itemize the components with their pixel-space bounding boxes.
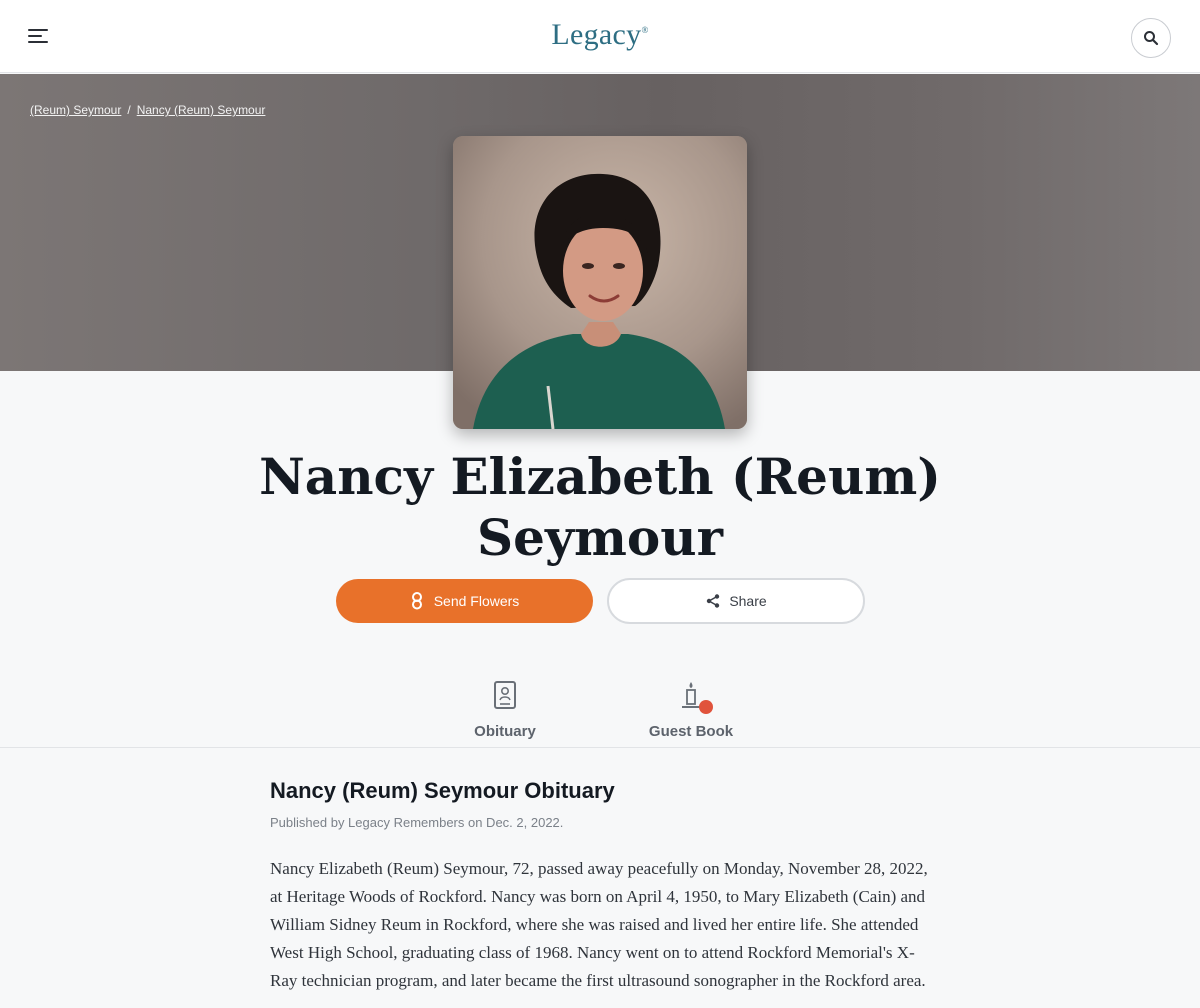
obituary-icon — [494, 681, 516, 709]
share-button[interactable]: Share — [607, 578, 865, 624]
obituary-body: Nancy Elizabeth (Reum) Seymour, 72, pass… — [270, 859, 928, 990]
site-header: Legacy® — [0, 0, 1200, 73]
search-button[interactable] — [1131, 18, 1171, 58]
flower-icon — [411, 592, 422, 610]
logo-registered-mark: ® — [641, 25, 649, 35]
legacy-logo[interactable]: Legacy® — [0, 18, 1200, 52]
deceased-name: Nancy Elizabeth (Reum) Seymour — [259, 447, 941, 567]
guest-book-badge — [699, 700, 713, 714]
tab-obituary-label: Obituary — [474, 723, 536, 740]
portrait-photo — [453, 136, 747, 429]
tab-guest-book[interactable]: Guest Book — [631, 680, 751, 740]
tab-guest-book-label: Guest Book — [648, 723, 734, 740]
breadcrumb-item-person[interactable]: Nancy (Reum) Seymour — [137, 103, 266, 117]
logo-text: Legacy — [551, 18, 642, 51]
send-flowers-button[interactable]: Send Flowers — [336, 579, 593, 623]
share-label: Share — [729, 593, 767, 609]
search-icon — [1144, 31, 1159, 46]
breadcrumb: (Reum) Seymour / Nancy (Reum) Seymour — [30, 103, 265, 117]
send-flowers-label: Send Flowers — [433, 593, 520, 609]
breadcrumb-item-family[interactable]: (Reum) Seymour — [30, 103, 121, 117]
obituary-title: Nancy (Reum) Seymour Obituary — [270, 778, 615, 803]
share-icon — [707, 594, 720, 608]
breadcrumb-separator: / — [127, 103, 131, 117]
tab-divider — [0, 747, 1200, 748]
published-line: Published by Legacy Remembers on Dec. 2,… — [270, 815, 564, 830]
tab-obituary[interactable]: Obituary — [445, 680, 565, 740]
